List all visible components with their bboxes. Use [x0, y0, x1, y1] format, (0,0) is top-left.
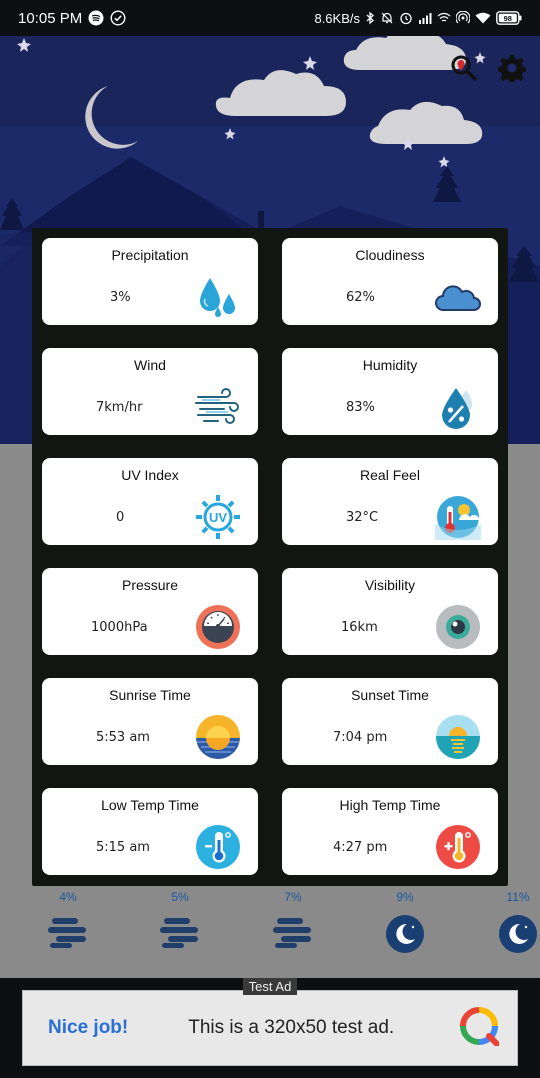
- detail-card-visibility: Visibility 16km: [282, 568, 498, 655]
- card-title: Sunset Time: [351, 687, 429, 703]
- eye-icon: [434, 604, 482, 650]
- card-title: Pressure: [121, 577, 179, 593]
- detail-card-real-feel: Real Feel 32°C: [282, 458, 498, 545]
- card-value: 0: [116, 510, 125, 525]
- bluetooth-icon: [365, 11, 375, 25]
- alarm-icon: [399, 11, 413, 25]
- gear-icon[interactable]: [497, 54, 527, 87]
- hourly-item[interactable]: 9%: [375, 890, 435, 954]
- sunrise-icon: [194, 714, 242, 760]
- location-search-icon[interactable]: [450, 54, 478, 87]
- pressure-gauge-icon: [194, 604, 242, 650]
- card-value: 3%: [110, 290, 131, 305]
- card-value: 16km: [341, 620, 378, 635]
- network-speed: 8.6KB/s: [314, 10, 360, 26]
- weather-details-dialog: Precipitation 3% Cloudiness 62% Wind 7km…: [32, 228, 508, 886]
- fog-icon: [38, 914, 98, 950]
- test-ad-banner[interactable]: Nice job! This is a 320x50 test ad.: [22, 990, 518, 1066]
- detail-card-sunset-time: Sunset Time 7:04 pm: [282, 678, 498, 765]
- high-temp-icon: [434, 824, 482, 870]
- hourly-precipitation: 4%: [59, 890, 77, 904]
- detail-card-low-temp-time: Low Temp Time 5:15 am: [42, 788, 258, 875]
- hourly-precipitation: 11%: [506, 890, 530, 904]
- card-title: Visibility: [364, 577, 416, 593]
- fog-icon: [150, 914, 210, 950]
- signal-icon: [418, 12, 432, 24]
- card-value: 7:04 pm: [333, 730, 388, 745]
- detail-card-pressure: Pressure 1000hPa: [42, 568, 258, 655]
- status-bar: 10:05 PM 8.6KB/s 98: [0, 0, 540, 36]
- hotspot-icon: [456, 11, 470, 25]
- fog-icon: [263, 914, 323, 950]
- card-value: 83%: [346, 400, 375, 415]
- test-ad-label: Test Ad: [243, 978, 297, 995]
- card-title: Low Temp Time: [101, 797, 199, 813]
- svg-text:UV: UV: [209, 510, 227, 525]
- card-value: 32°C: [346, 510, 379, 525]
- moon-icon: [375, 914, 435, 954]
- header-actions: [450, 54, 527, 87]
- detail-card-cloudiness: Cloudiness 62%: [282, 238, 498, 325]
- low-temp-icon: [194, 824, 242, 870]
- card-title: Sunrise Time: [109, 687, 191, 703]
- hourly-item[interactable]: 7%: [263, 890, 323, 950]
- card-title: High Temp Time: [339, 797, 441, 813]
- mute-bell-icon: [380, 11, 394, 25]
- moon-icon: [488, 914, 540, 954]
- detail-card-high-temp-time: High Temp Time 4:27 pm: [282, 788, 498, 875]
- card-value: 62%: [346, 290, 375, 305]
- ad-headline: Nice job!: [48, 1017, 129, 1038]
- card-value: 5:15 am: [96, 840, 150, 855]
- hourly-forecast-strip[interactable]: 4% 5% 7% 9% 11%: [0, 890, 540, 980]
- ad-network-logo-icon: [459, 1006, 500, 1051]
- spotify-icon: [88, 10, 104, 26]
- detail-card-uv-index: UV Index 0 UV: [42, 458, 258, 545]
- thermometer-sun-icon: [434, 494, 482, 540]
- status-time: 10:05 PM: [18, 9, 83, 27]
- detail-card-precipitation: Precipitation 3%: [42, 238, 258, 325]
- card-value: 5:53 am: [96, 730, 150, 745]
- card-value: 4:27 pm: [333, 840, 388, 855]
- battery-level: 98: [504, 14, 512, 23]
- hourly-item[interactable]: 4%: [38, 890, 98, 950]
- cloud-icon: [434, 274, 482, 320]
- sunset-icon: [434, 714, 482, 760]
- card-title: Precipitation: [111, 247, 189, 263]
- humidity-drop-icon: [434, 384, 482, 430]
- wifi-calling-icon: [437, 12, 451, 24]
- card-title: Real Feel: [360, 467, 420, 483]
- check-circle-icon: [110, 10, 126, 26]
- battery-icon: 98: [496, 11, 522, 25]
- hourly-precipitation: 5%: [171, 890, 189, 904]
- detail-card-humidity: Humidity 83%: [282, 348, 498, 435]
- card-value: 7km/hr: [96, 400, 143, 415]
- detail-card-sunrise-time: Sunrise Time 5:53 am: [42, 678, 258, 765]
- card-title: Wind: [134, 357, 166, 373]
- wind-icon: [194, 384, 242, 430]
- hourly-precipitation: 9%: [396, 890, 414, 904]
- card-title: Humidity: [362, 357, 418, 373]
- hourly-item[interactable]: 5%: [150, 890, 210, 950]
- uv-sun-icon: UV: [194, 494, 242, 540]
- hourly-precipitation: 7%: [284, 890, 302, 904]
- card-title: Cloudiness: [355, 247, 425, 263]
- hourly-item[interactable]: 11%: [488, 890, 540, 954]
- detail-card-wind: Wind 7km/hr: [42, 348, 258, 435]
- card-value: 1000hPa: [91, 620, 148, 635]
- wifi-icon: [475, 12, 491, 24]
- card-title: UV Index: [121, 467, 179, 483]
- ad-body-text: This is a 320x50 test ad.: [188, 1017, 395, 1038]
- water-drops-icon: [194, 274, 242, 320]
